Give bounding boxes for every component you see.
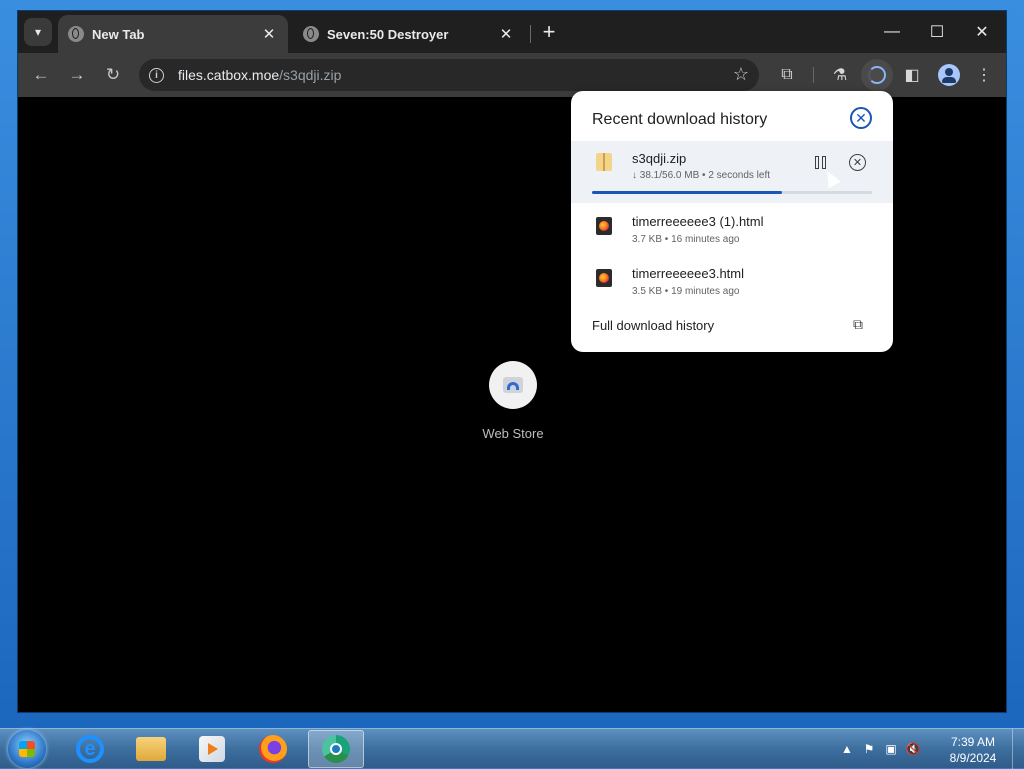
tab-title: Seven:50 Destroyer (327, 26, 449, 42)
url-path: /s3qdji.zip (279, 67, 342, 83)
internet-explorer-icon: e (76, 735, 104, 763)
download-status: ↓ 38.1/56.0 MB • 2 seconds left (632, 170, 771, 181)
maximize-button[interactable]: ☐ (919, 19, 955, 45)
globe-icon (68, 26, 84, 42)
clock[interactable]: 7:39 AM 8/9/2024 (940, 734, 1006, 766)
download-progress-bar (592, 191, 872, 194)
extensions-icon[interactable]: ⧉ (775, 63, 799, 87)
open-external-icon[interactable]: ⧉ (853, 316, 869, 332)
folder-icon (136, 737, 166, 761)
site-info-icon[interactable]: i (149, 67, 164, 83)
pause-icon[interactable] (813, 156, 829, 170)
show-desktop-button[interactable] (1012, 729, 1024, 769)
action-center-flag-icon[interactable]: ⚑ (862, 742, 876, 756)
tab-divider (530, 25, 531, 43)
clock-time: 7:39 AM (950, 735, 996, 749)
bookmark-star-icon[interactable]: ☆ (733, 64, 749, 85)
close-icon[interactable]: ✕ (850, 107, 872, 129)
forward-button[interactable]: → (64, 62, 90, 88)
web-store-shortcut[interactable] (489, 361, 537, 409)
download-filename: timerreeeeee3 (1).html (632, 214, 764, 229)
globe-icon (303, 26, 319, 42)
tab-search-button[interactable]: ▾ (24, 18, 52, 46)
taskbar-media-player[interactable] (184, 730, 240, 768)
chevron-down-icon: ▾ (34, 25, 42, 39)
download-item-timer-1[interactable]: timerreeeeee3 (1).html 3.7 KB • 16 minut… (571, 209, 893, 259)
side-panel-icon[interactable]: ◧ (900, 63, 924, 87)
download-status: 3.7 KB • 16 minutes ago (632, 234, 740, 245)
download-bubble: Recent download history ✕ s3qdji.zip ↓ 3… (571, 91, 893, 352)
new-tab-button[interactable]: + (538, 19, 560, 44)
toolbar-separator (813, 67, 814, 83)
menu-dots-icon[interactable]: ⋮ (972, 63, 996, 87)
cancel-download-icon[interactable]: ✕ (849, 154, 866, 171)
chrome-icon (322, 735, 350, 763)
download-item-timer[interactable]: timerreeeeee3.html 3.5 KB • 19 minutes a… (571, 261, 893, 311)
taskbar-chrome[interactable] (308, 730, 364, 768)
reload-button[interactable]: ↻ (100, 62, 126, 88)
taskbar-firefox[interactable] (245, 730, 301, 768)
download-status: 3.5 KB • 19 minutes ago (632, 286, 740, 297)
show-hidden-icons-arrow-icon[interactable]: ▲ (840, 742, 854, 756)
zip-file-icon (596, 153, 612, 171)
firefox-icon (259, 735, 287, 763)
tab-seven50-destroyer[interactable]: Seven:50 Destroyer ✕ (293, 15, 525, 53)
network-icon[interactable]: ▣ (884, 742, 898, 756)
address-bar[interactable]: i files.catbox.moe/s3qdji.zip ☆ (139, 59, 759, 91)
back-button[interactable]: ← (28, 62, 54, 88)
window-close-button[interactable]: ✕ (964, 19, 1000, 45)
media-player-icon (199, 736, 225, 762)
labs-flask-icon[interactable]: ⚗ (828, 63, 852, 87)
html-file-icon (596, 217, 612, 235)
downloads-progress-icon[interactable] (861, 59, 893, 91)
profile-avatar-icon[interactable] (938, 64, 960, 86)
start-button[interactable] (8, 730, 46, 768)
clock-date: 8/9/2024 (949, 751, 997, 765)
system-tray: ▲ ⚑ ▣ 🔇 (840, 729, 920, 769)
taskbar: e ▲ ⚑ ▣ 🔇 7:39 AM 8/9/2024 (0, 728, 1024, 769)
volume-muted-icon[interactable]: 🔇 (906, 742, 921, 756)
tab-new-tab[interactable]: New Tab ✕ (58, 15, 288, 53)
download-bubble-title: Recent download history (592, 111, 768, 128)
url-host: files.catbox.moe (178, 67, 280, 83)
tab-title: New Tab (92, 26, 145, 42)
download-filename: s3qdji.zip (632, 151, 687, 166)
tab-close-icon[interactable]: ✕ (497, 25, 515, 43)
tab-close-icon[interactable]: ✕ (260, 25, 278, 43)
shortcut-label[interactable]: Web Store (463, 426, 563, 441)
full-download-history-link[interactable]: Full download history (592, 318, 714, 333)
taskbar-internet-explorer[interactable]: e (62, 730, 118, 768)
taskbar-file-explorer[interactable] (123, 730, 179, 768)
web-store-icon (503, 377, 523, 393)
download-item-s3qdji[interactable]: s3qdji.zip ↓ 38.1/56.0 MB • 2 seconds le… (571, 141, 893, 203)
download-progress-fill (592, 191, 783, 194)
html-file-icon (596, 269, 612, 287)
download-filename: timerreeeeee3.html (632, 266, 744, 281)
minimize-button[interactable]: — (874, 19, 910, 45)
tab-strip: ▾ New Tab ✕ Seven:50 Destroyer ✕ + — ☐ ✕ (18, 11, 1006, 53)
